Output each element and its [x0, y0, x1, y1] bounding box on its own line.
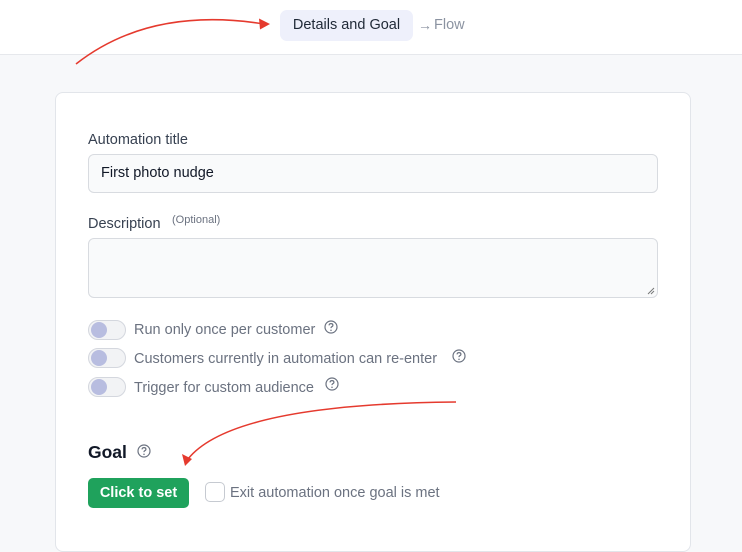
- annotation-arrows: [75, 18, 457, 466]
- annotation-arrow-goal: [187, 401, 457, 460]
- annotation-arrowhead-top: [259, 18, 270, 30]
- annotation-arrow-top: [75, 19, 265, 65]
